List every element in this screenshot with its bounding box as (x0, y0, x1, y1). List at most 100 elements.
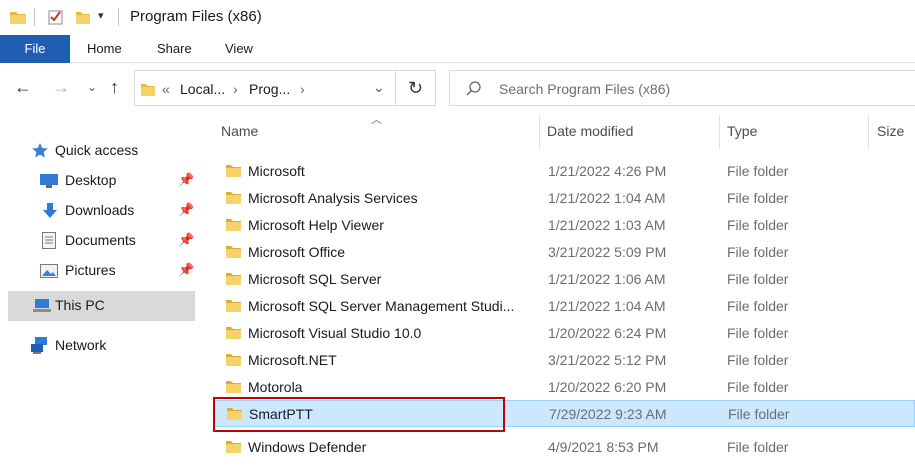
picture-icon (40, 264, 58, 278)
file-type: File folder (727, 379, 789, 395)
star-icon (32, 143, 48, 158)
column-label: Type (727, 123, 758, 139)
nav-item-label: Network (55, 337, 107, 353)
nav-item-quick-access[interactable]: Quick access (8, 136, 195, 166)
file-date: 7/29/2022 9:23 AM (549, 406, 667, 422)
divider (118, 8, 119, 26)
folder-icon (226, 165, 241, 177)
search-input[interactable]: Search Program Files (x86) (449, 70, 915, 106)
folder-icon (226, 327, 241, 339)
column-header-name[interactable]: Name (214, 115, 539, 149)
address-bar[interactable]: « Local... › Prog... › ⌄ (134, 70, 396, 106)
file-date: 1/21/2022 1:06 AM (548, 271, 666, 287)
pin-icon[interactable]: 📌 (178, 262, 194, 278)
nav-item-this-pc[interactable]: This PC (8, 291, 195, 321)
file-name: Windows Defender (248, 439, 367, 455)
search-placeholder: Search Program Files (x86) (499, 81, 671, 97)
computer-icon (33, 299, 51, 312)
file-name: Microsoft (248, 163, 305, 179)
column-header-type[interactable]: Type (720, 115, 868, 149)
file-type: File folder (727, 244, 789, 260)
network-icon (31, 337, 47, 354)
file-date: 3/21/2022 5:09 PM (548, 244, 667, 260)
file-name: Microsoft SQL Server Management Studi... (248, 298, 515, 314)
table-row[interactable]: Microsoft SQL Server Management Studi...… (214, 293, 915, 320)
table-row[interactable]: Microsoft Analysis Services 1/21/2022 1:0… (214, 185, 915, 212)
nav-item-network[interactable]: Network (8, 331, 195, 361)
nav-item-label: Pictures (65, 262, 116, 278)
folder-icon (226, 219, 241, 231)
folder-icon (141, 84, 155, 96)
file-name: Microsoft SQL Server (248, 271, 382, 287)
document-icon (42, 232, 56, 249)
file-type: File folder (727, 298, 789, 314)
pin-icon[interactable]: 📌 (178, 232, 194, 248)
table-row[interactable]: Microsoft 1/21/2022 4:26 PM File folder (214, 158, 915, 185)
folder-icon (226, 354, 241, 366)
file-name: Microsoft Visual Studio 10.0 (248, 325, 422, 341)
nav-item-pictures[interactable]: Pictures 📌 (8, 256, 195, 286)
breadcrumb-separator[interactable]: › (300, 81, 305, 97)
folder-icon (226, 246, 241, 258)
back-arrow-icon[interactable]: ← (14, 77, 32, 98)
tab-view[interactable]: View (225, 35, 253, 63)
file-date: 3/21/2022 5:12 PM (548, 352, 667, 368)
file-name: Microsoft.NET (248, 352, 337, 368)
breadcrumb-overflow[interactable]: « (162, 81, 170, 97)
pin-icon[interactable]: 📌 (178, 202, 194, 218)
column-label: Name (221, 123, 259, 139)
nav-item-desktop[interactable]: Desktop 📌 (8, 166, 195, 196)
file-name: Microsoft Help Viewer (248, 217, 384, 233)
file-type: File folder (727, 217, 789, 233)
tab-home[interactable]: Home (87, 35, 122, 63)
search-icon (466, 81, 481, 96)
breadcrumb-local[interactable]: Local... (180, 81, 225, 97)
new-folder-icon[interactable] (76, 10, 90, 24)
file-type: File folder (727, 190, 789, 206)
window-title: Program Files (x86) (130, 8, 262, 25)
tab-file[interactable]: File (0, 35, 70, 63)
breadcrumb-program-files[interactable]: Prog... (249, 81, 290, 97)
file-date: 1/21/2022 1:03 AM (548, 217, 666, 233)
breadcrumb-separator[interactable]: › (233, 81, 238, 97)
column-header-date[interactable]: Date modified (540, 115, 719, 149)
table-row[interactable]: Microsoft SQL Server 1/21/2022 1:06 AM Fil… (214, 266, 915, 293)
address-row: ← → ⌄ ↑ « Local... › Prog... › ⌄ ↻ Searc… (0, 63, 915, 115)
folder-icon (10, 12, 26, 24)
file-date: 1/21/2022 1:04 AM (548, 190, 666, 206)
table-row[interactable]: Windows Defender 4/9/2021 8:53 PM File fol… (214, 434, 915, 461)
folder-icon (226, 273, 241, 285)
customize-toolbar-icon[interactable]: ▾ (98, 9, 104, 22)
file-date: 1/20/2022 6:24 PM (548, 325, 667, 341)
nav-item-downloads[interactable]: Downloads 📌 (8, 196, 195, 226)
file-type: File folder (728, 406, 790, 422)
table-row[interactable]: Microsoft.NET 3/21/2022 5:12 PM File folde… (214, 347, 915, 374)
recent-locations-icon[interactable]: ⌄ (87, 80, 97, 94)
file-type: File folder (727, 325, 789, 341)
nav-item-documents[interactable]: Documents 📌 (8, 226, 195, 256)
refresh-icon[interactable]: ↻ (396, 70, 436, 106)
file-type: File folder (727, 352, 789, 368)
navigation-pane: Quick access Desktop 📌 Downloads 📌 Docum… (0, 115, 200, 466)
column-header-size[interactable]: Size (869, 115, 915, 149)
table-row[interactable]: Microsoft Help Viewer 1/21/2022 1:03 AM Fi… (214, 212, 915, 239)
table-row[interactable]: Microsoft Visual Studio 10.0 1/20/2022 6:… (214, 320, 915, 347)
nav-item-label: This PC (55, 297, 105, 313)
divider (34, 8, 35, 26)
column-label: Size (877, 123, 905, 139)
pin-icon[interactable]: 📌 (178, 172, 194, 188)
properties-icon[interactable] (48, 9, 64, 25)
file-date: 1/21/2022 4:26 PM (548, 163, 667, 179)
tab-share[interactable]: Share (157, 35, 192, 63)
table-row[interactable]: Microsoft Office 3/21/2022 5:09 PM File fo… (214, 239, 915, 266)
desktop-icon (40, 174, 58, 188)
file-name: Microsoft Analysis Services (248, 190, 418, 206)
address-dropdown-icon[interactable]: ⌄ (373, 79, 385, 96)
up-arrow-icon[interactable]: ↑ (110, 77, 119, 98)
file-date: 1/20/2022 6:20 PM (548, 379, 667, 395)
forward-arrow-icon[interactable]: → (52, 77, 70, 98)
file-date: 4/9/2021 8:53 PM (548, 439, 659, 455)
ribbon-tabs: File Home Share View (0, 35, 915, 63)
annotation-highlight (213, 397, 505, 432)
title-bar: ▾ Program Files (x86) (0, 0, 915, 35)
